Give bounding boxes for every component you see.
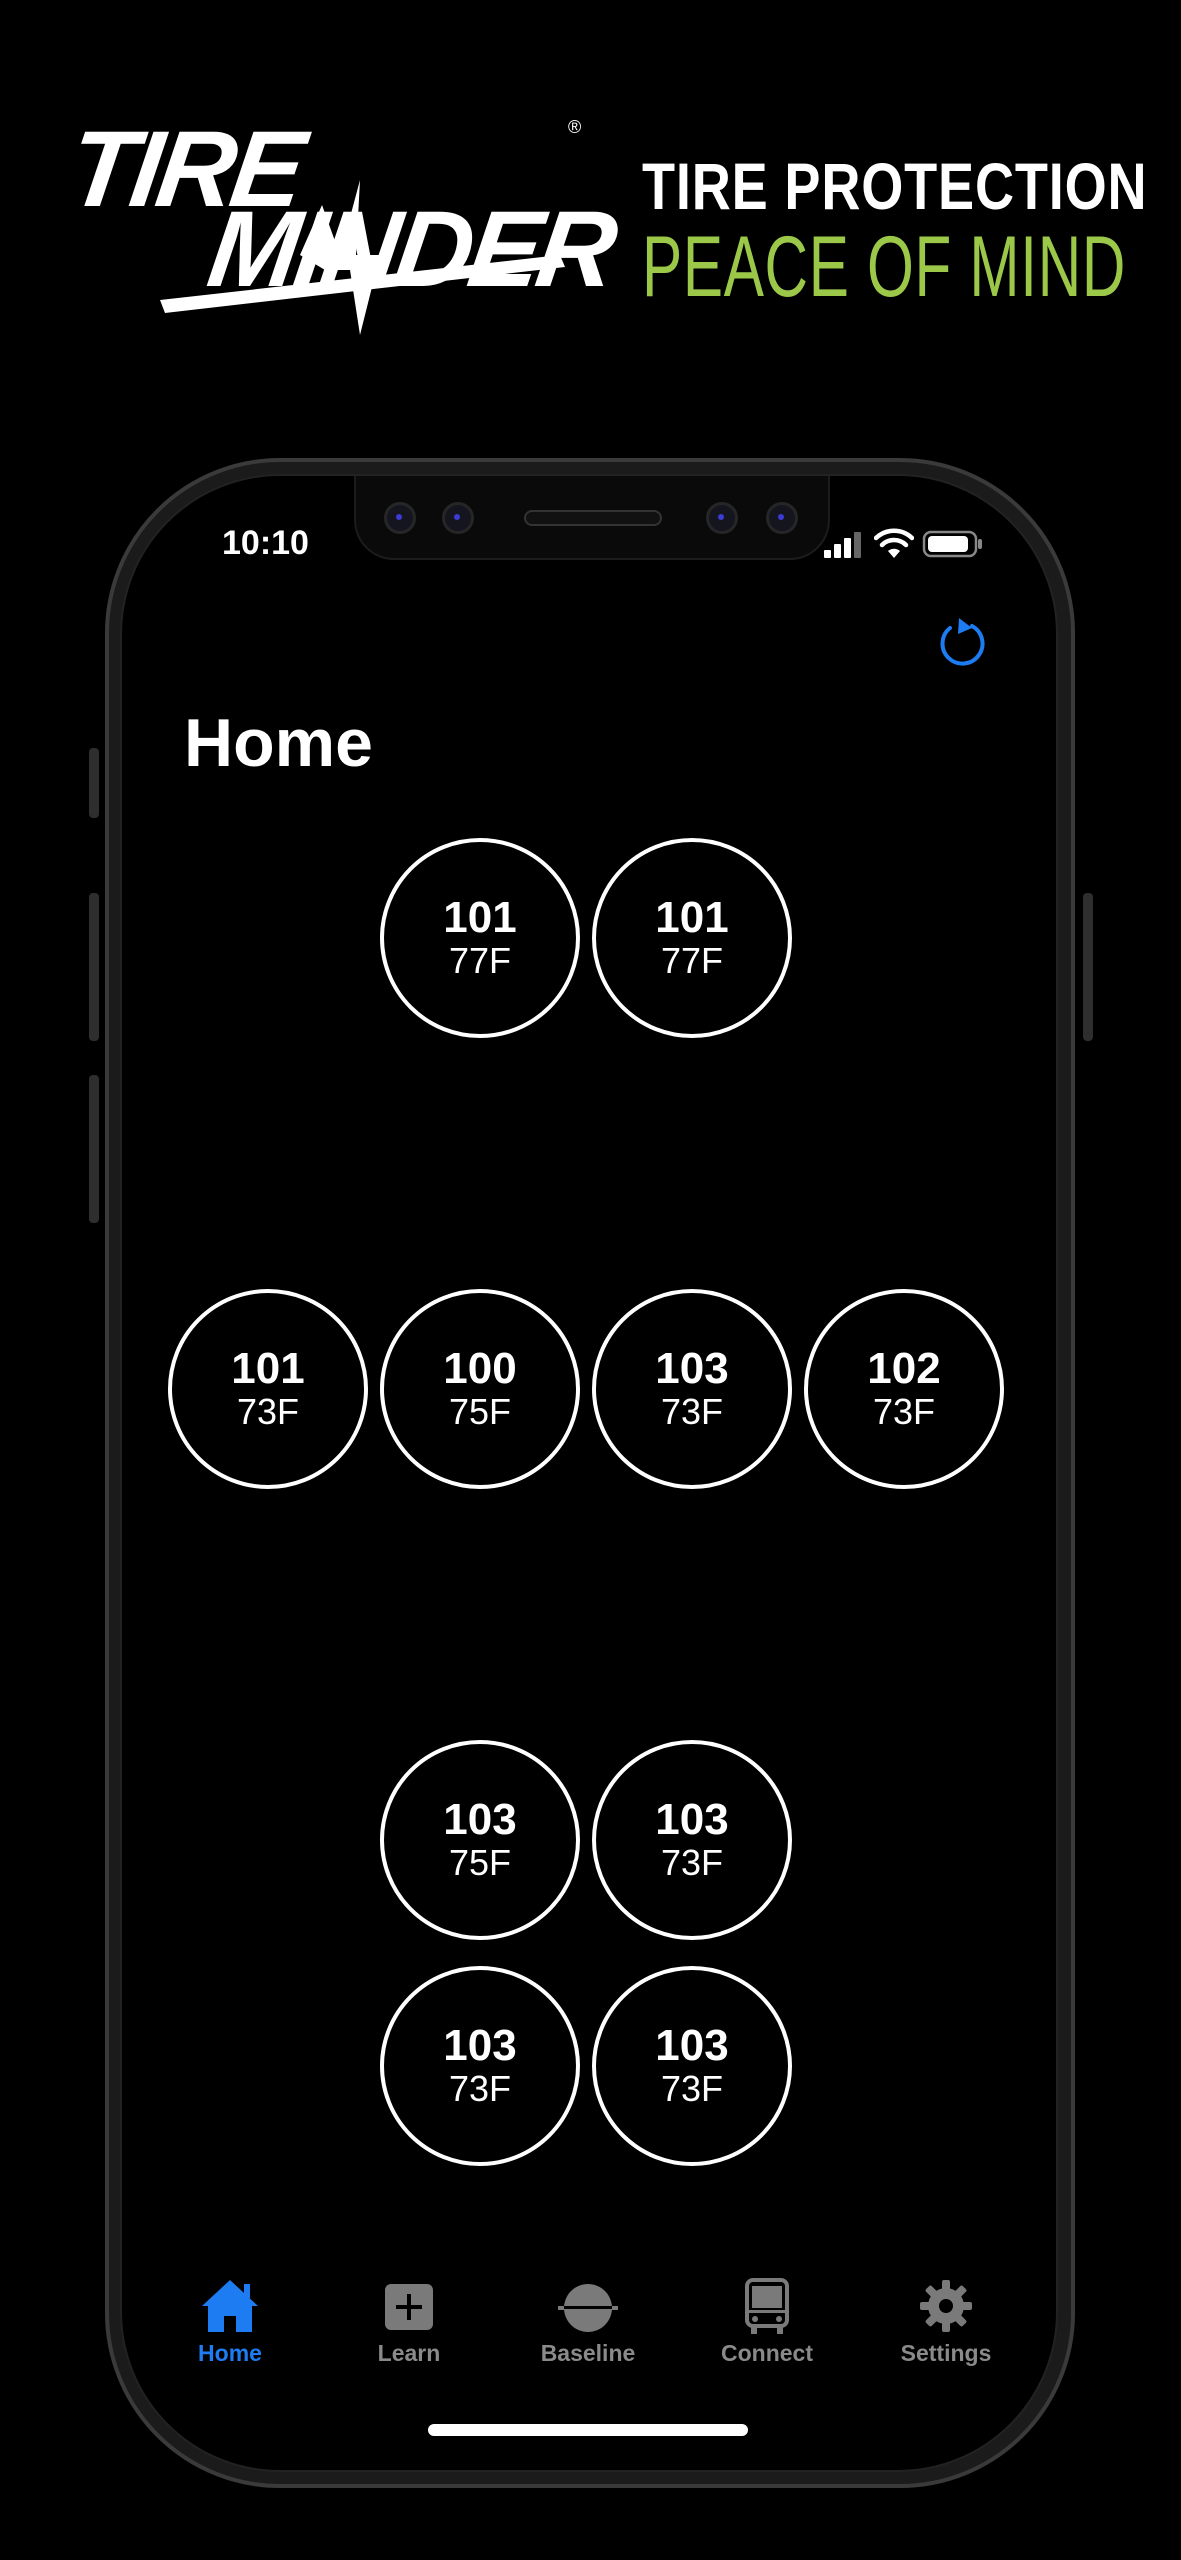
tire-gauge[interactable]: 101 77F xyxy=(592,838,792,1038)
tab-home[interactable]: Home xyxy=(155,2266,305,2376)
tire-pressure: 103 xyxy=(443,2021,517,2071)
earpiece-speaker xyxy=(524,510,662,526)
gear-icon xyxy=(920,2280,972,2332)
tire-temperature: 73F xyxy=(448,2068,512,2110)
tireminder-logo: TIRE MINDER ® xyxy=(60,95,621,355)
mute-switch xyxy=(89,748,99,818)
page-title: Home xyxy=(184,705,373,781)
tagline-primary: TIRE PROTECTION xyxy=(642,149,1148,223)
plus-square-icon xyxy=(385,2284,433,2330)
home-indicator[interactable] xyxy=(428,2424,748,2436)
front-camera xyxy=(384,502,416,534)
tire-pressure: 103 xyxy=(655,1795,729,1845)
logo-text-minder: MINDER xyxy=(201,188,621,309)
proximity-sensor xyxy=(706,502,738,534)
tab-label: Baseline xyxy=(540,2340,636,2366)
tire-pressure: 100 xyxy=(443,1344,517,1394)
tab-label: Connect xyxy=(721,2340,813,2366)
baseline-gauge-icon xyxy=(558,2284,618,2332)
tire-gauge[interactable]: 103 73F xyxy=(592,1289,792,1489)
face-sensor xyxy=(442,502,474,534)
tire-temperature: 73F xyxy=(236,1391,300,1433)
tire-gauge[interactable]: 103 73F xyxy=(592,1740,792,1940)
tire-temperature: 73F xyxy=(872,1391,936,1433)
tire-pressure: 101 xyxy=(231,1344,305,1394)
tagline-secondary: PEACE OF MIND xyxy=(642,219,1127,315)
battery-icon xyxy=(922,530,982,558)
status-time: 10:10 xyxy=(222,524,309,562)
tire-temperature: 77F xyxy=(448,940,512,982)
tab-bar: Home Learn Baseline Connect Settings xyxy=(122,2266,1056,2386)
tire-temperature: 75F xyxy=(448,1842,512,1884)
tire-temperature: 75F xyxy=(448,1391,512,1433)
tire-gauge[interactable]: 103 75F xyxy=(380,1740,580,1940)
tire-gauge[interactable]: 103 73F xyxy=(592,1966,792,2166)
tire-pressure: 103 xyxy=(443,1795,517,1845)
tire-pressure: 103 xyxy=(655,2021,729,2071)
ambient-sensor xyxy=(766,502,798,534)
tire-gauge[interactable]: 101 73F xyxy=(168,1289,368,1489)
tire-temperature: 77F xyxy=(660,940,724,982)
tire-gauge[interactable]: 100 75F xyxy=(380,1289,580,1489)
tire-gauge[interactable]: 102 73F xyxy=(804,1289,1004,1489)
tire-pressure: 103 xyxy=(655,1344,729,1394)
volume-up-button xyxy=(89,893,99,1041)
refresh-icon[interactable] xyxy=(932,616,988,672)
tab-connect[interactable]: Connect xyxy=(692,2266,842,2376)
notch xyxy=(354,476,830,560)
tire-gauge[interactable]: 101 77F xyxy=(380,838,580,1038)
tab-label: Settings xyxy=(900,2340,992,2366)
volume-down-button xyxy=(89,1075,99,1223)
tire-gauge[interactable]: 103 73F xyxy=(380,1966,580,2166)
tire-pressure: 102 xyxy=(867,1344,941,1394)
tire-temperature: 73F xyxy=(660,1842,724,1884)
tab-label: Learn xyxy=(377,2340,441,2366)
tab-settings[interactable]: Settings xyxy=(871,2266,1021,2376)
tab-learn[interactable]: Learn xyxy=(334,2266,484,2376)
power-button xyxy=(1083,893,1093,1041)
tire-temperature: 73F xyxy=(660,2068,724,2110)
bus-icon xyxy=(745,2278,789,2334)
tire-temperature: 73F xyxy=(660,1391,724,1433)
tire-pressure: 101 xyxy=(655,893,729,943)
tab-baseline[interactable]: Baseline xyxy=(513,2266,663,2376)
tire-pressure: 101 xyxy=(443,893,517,943)
cellular-signal-icon xyxy=(824,532,861,558)
registered-mark: ® xyxy=(568,117,582,137)
wifi-icon xyxy=(874,528,914,558)
status-icons xyxy=(822,526,992,566)
phone-screen: 10:10 Home 101 77F 101 77F 101 73F 100 7… xyxy=(120,474,1058,2472)
house-icon xyxy=(202,2280,258,2332)
tab-label: Home xyxy=(198,2340,262,2366)
